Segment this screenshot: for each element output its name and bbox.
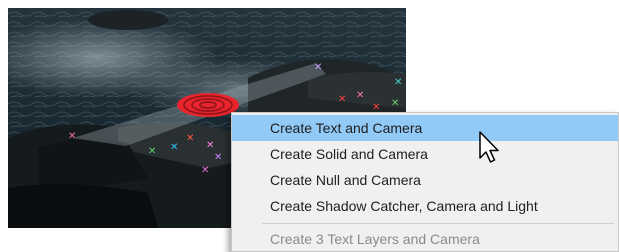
target-icon [177, 93, 239, 117]
track-point-icon: ✕ [338, 94, 346, 105]
track-point-icon: ✕ [214, 152, 222, 163]
menu-item-create-solid-and-camera[interactable]: Create Solid and Camera [232, 141, 618, 167]
track-point-icon: ✕ [206, 140, 214, 151]
menu-separator [262, 223, 614, 224]
menu-item-create-text-and-camera[interactable]: Create Text and Camera [232, 115, 618, 141]
track-point-icon: ✕ [314, 62, 322, 73]
track-point-icon: ✕ [186, 133, 194, 144]
screenshot: ✕ ✕ ✕ ✕ ✕ ✕ ✕ ✕ ✕ ✕ ✕ ✕ ✕ Create Text an… [0, 0, 619, 252]
track-point-icon: ✕ [394, 77, 402, 88]
menu-item-create-3-text-layers-and-camera: Create 3 Text Layers and Camera [270, 231, 480, 247]
context-menu: Create Text and Camera Create Solid and … [231, 112, 619, 252]
track-point-icon: ✕ [391, 98, 399, 109]
track-point-icon: ✕ [148, 146, 156, 157]
menu-item-create-shadow-catcher-camera-and-light[interactable]: Create Shadow Catcher, Camera and Light [232, 193, 618, 219]
track-point-icon: ✕ [68, 131, 76, 142]
menu-item-create-null-and-camera[interactable]: Create Null and Camera [232, 167, 618, 193]
track-point-icon: ✕ [170, 142, 178, 153]
track-point-icon: ✕ [201, 165, 209, 176]
track-point-icon: ✕ [356, 90, 364, 101]
arrow-pointer-icon [479, 131, 499, 163]
